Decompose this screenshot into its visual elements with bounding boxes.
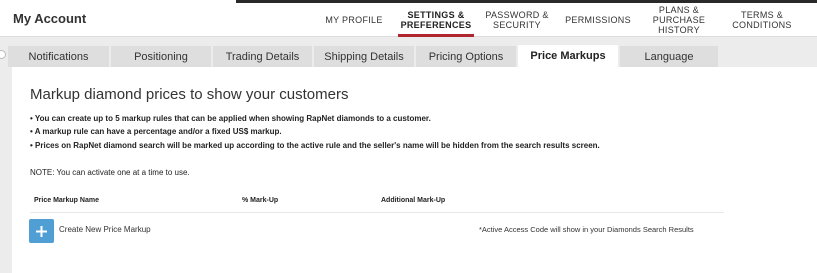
nav-permissions[interactable]: PERMISSIONS — [560, 3, 636, 37]
column-header-name: Price Markup Name — [34, 197, 99, 204]
info-bullet: • Prices on RapNet diamond search will b… — [30, 141, 600, 150]
tab-label: Trading Details — [225, 50, 300, 63]
nav-terms-conditions[interactable]: TERMS & CONDITIONS — [724, 3, 800, 37]
tab-price-markups[interactable]: Price Markups — [518, 45, 618, 67]
tab-label: Shipping Details — [324, 50, 404, 63]
column-header-additional: Additional Mark-Up — [381, 197, 446, 204]
note-text: NOTE: You can activate one at a time to … — [30, 168, 190, 177]
tab-trading-details[interactable]: Trading Details — [213, 46, 312, 67]
tab-notifications[interactable]: Notifications — [8, 46, 109, 67]
nav-settings-preferences[interactable]: SETTINGS & PREFERENCES — [398, 3, 474, 37]
nav-label: TERMS & CONDITIONS — [732, 10, 792, 30]
nav-my-profile[interactable]: MY PROFILE — [318, 3, 390, 37]
section-heading: Markup diamond prices to show your custo… — [30, 86, 349, 103]
tab-label: Pricing Options — [428, 50, 504, 63]
tab-label: Notifications — [28, 50, 89, 63]
column-header-percent: % Mark-Up — [242, 197, 279, 204]
price-markups-panel: Markup diamond prices to show your custo… — [12, 67, 817, 273]
collapse-circle-icon[interactable] — [0, 50, 6, 59]
tab-label: Price Markups — [530, 50, 606, 62]
page-title: My Account — [13, 11, 87, 26]
nav-label: PLANS & PURCHASE HISTORY — [652, 5, 706, 35]
tab-language[interactable]: Language — [620, 46, 718, 67]
tab-label: Language — [644, 50, 694, 63]
nav-label: PERMISSIONS — [565, 15, 631, 25]
nav-password-security[interactable]: PASSWORD & SECURITY — [481, 3, 553, 37]
add-price-markup-button[interactable] — [29, 219, 54, 243]
access-code-footnote: *Active Access Code will show in your Di… — [479, 225, 694, 234]
settings-subtabs: Notifications Positioning Trading Detail… — [0, 37, 817, 67]
info-bullet: • A markup rule can have a percentage an… — [30, 127, 282, 136]
nav-label: SETTINGS & PREFERENCES — [400, 10, 472, 30]
tab-label: Positioning — [134, 50, 188, 63]
create-price-markup-link[interactable]: Create New Price Markup — [59, 225, 151, 234]
info-bullet: • You can create up to 5 markup rules th… — [30, 114, 431, 123]
nav-label: MY PROFILE — [325, 15, 383, 25]
tab-shipping-details[interactable]: Shipping Details — [314, 46, 414, 67]
tab-positioning[interactable]: Positioning — [111, 46, 211, 67]
top-navigation-bar: My Account MY PROFILE SETTINGS & PREFERE… — [0, 0, 817, 37]
plus-icon — [36, 225, 47, 237]
nav-label: PASSWORD & SECURITY — [485, 10, 549, 30]
nav-plans-purchase-history[interactable]: PLANS & PURCHASE HISTORY — [645, 3, 713, 37]
table-divider — [30, 212, 724, 213]
tab-pricing-options[interactable]: Pricing Options — [416, 46, 516, 67]
